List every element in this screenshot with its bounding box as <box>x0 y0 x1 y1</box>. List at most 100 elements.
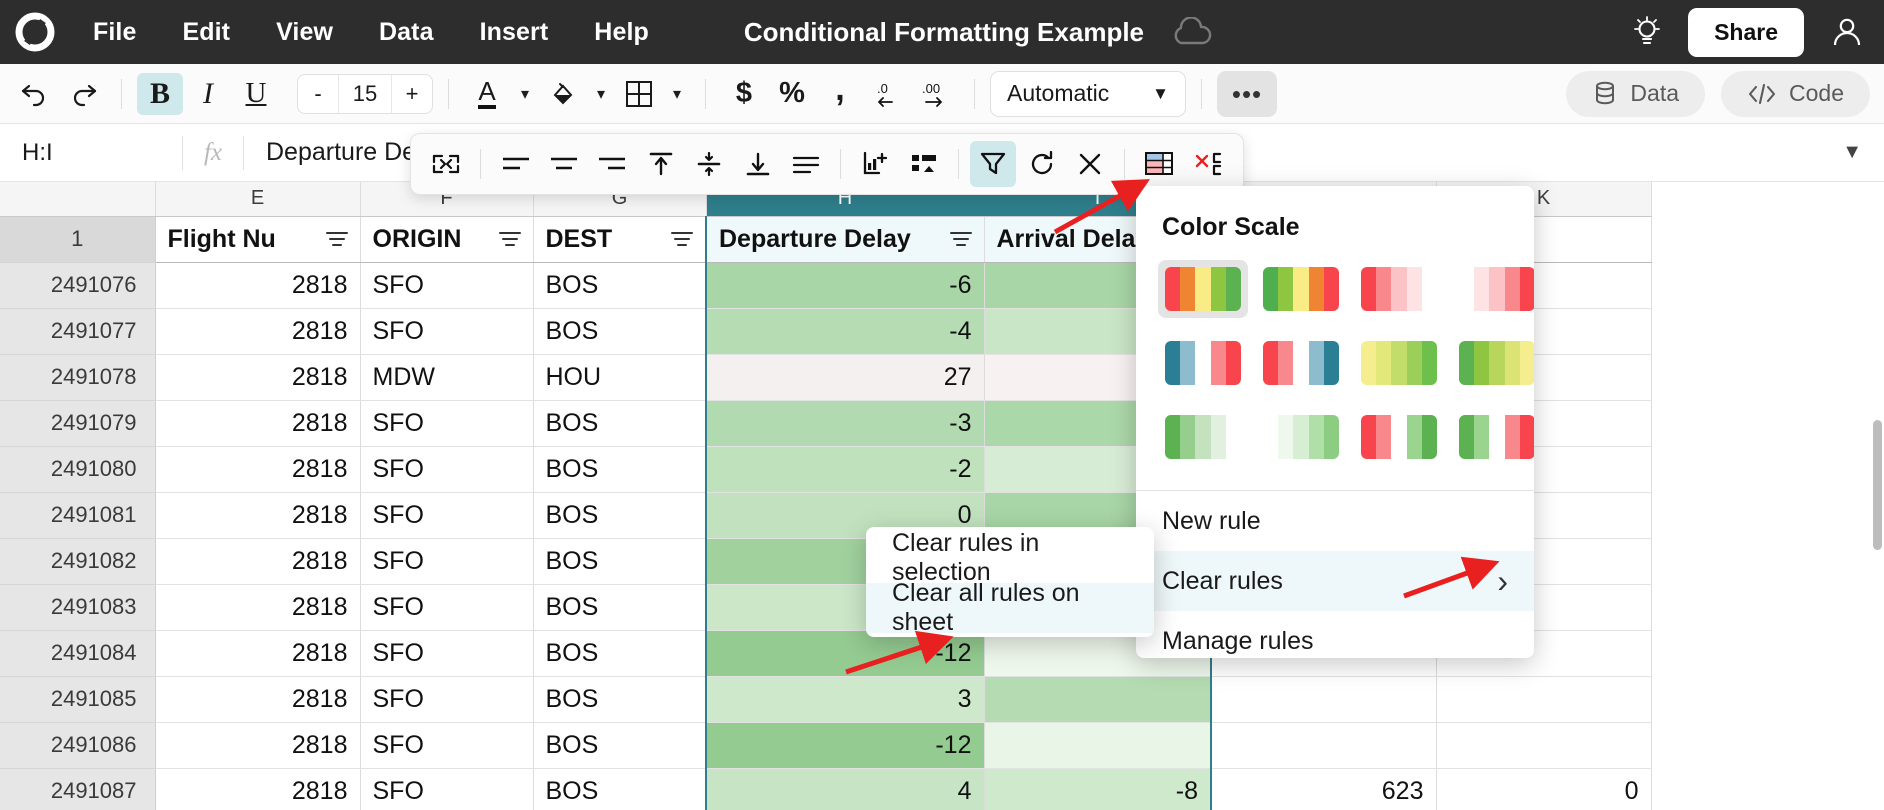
avatar[interactable] <box>1824 9 1870 55</box>
cell-H-2491078[interactable]: 27 <box>705 354 985 401</box>
cell-G-2491079[interactable]: BOS <box>533 400 707 447</box>
cell-E-2491076[interactable]: 2818 <box>155 262 361 309</box>
redo-icon[interactable] <box>60 73 106 115</box>
chevron-down-icon[interactable]: ▼ <box>1842 141 1862 164</box>
borders-button[interactable] <box>616 73 662 115</box>
cell-J-2491085[interactable] <box>1211 676 1437 723</box>
row-header[interactable]: 2491076 <box>0 262 156 309</box>
cell-K-2491086[interactable] <box>1436 722 1652 769</box>
row-header[interactable]: 2491078 <box>0 354 156 401</box>
cell-E-2491084[interactable]: 2818 <box>155 630 361 677</box>
color-scale-swatch-red-orange-yellow-green[interactable] <box>1158 260 1248 318</box>
cell-G-2491082[interactable]: BOS <box>533 538 707 585</box>
insert-chart-icon[interactable] <box>852 141 898 187</box>
cell-G-2491081[interactable]: BOS <box>533 492 707 539</box>
color-scale-swatch-white-to-green[interactable] <box>1256 408 1346 466</box>
cell-F-2491086[interactable]: SFO <box>360 722 534 769</box>
data-panel-button[interactable]: Data <box>1566 70 1706 117</box>
row-header[interactable]: 2491085 <box>0 676 156 723</box>
percent-format-button[interactable]: % <box>769 73 815 115</box>
cell-F-2491083[interactable]: SFO <box>360 584 534 631</box>
row-header[interactable]: 2491087 <box>0 768 156 810</box>
more-options-button[interactable]: ••• <box>1217 70 1277 117</box>
cell-G-2491087[interactable]: BOS <box>533 768 707 810</box>
text-color-button[interactable]: A <box>464 73 510 115</box>
cell-H-2491087[interactable]: 4 <box>705 768 985 810</box>
row-header[interactable]: 2491086 <box>0 722 156 769</box>
align-left-icon[interactable] <box>492 141 538 187</box>
color-scale-swatch-green-yellow-orange-red[interactable] <box>1256 260 1346 318</box>
menu-item-manage-rules[interactable]: Manage rules <box>1136 611 1534 658</box>
color-scale-swatch-teal-white-red[interactable] <box>1158 334 1248 392</box>
header-cell-G[interactable]: DEST <box>533 216 707 263</box>
cell-H-2491086[interactable]: -12 <box>705 722 985 769</box>
text-color-chevron-down-icon[interactable]: ▾ <box>512 73 538 115</box>
cell-H-2491077[interactable]: -4 <box>705 308 985 355</box>
currency-format-button[interactable]: $ <box>721 73 767 115</box>
menu-item-view[interactable]: View <box>253 12 356 53</box>
cell-E-2491083[interactable]: 2818 <box>155 584 361 631</box>
row-header[interactable]: 2491077 <box>0 308 156 355</box>
row-header[interactable]: 2491082 <box>0 538 156 585</box>
share-button[interactable]: Share <box>1688 7 1804 57</box>
fill-color-chevron-down-icon[interactable]: ▾ <box>588 73 614 115</box>
text-wrap-clip-icon[interactable] <box>783 141 829 187</box>
align-middle-icon[interactable] <box>686 141 732 187</box>
lightbulb-icon[interactable] <box>1626 11 1668 53</box>
font-size-decrease-button[interactable]: - <box>298 75 338 113</box>
header-cell-E[interactable]: Flight Nu <box>155 216 361 263</box>
align-top-icon[interactable] <box>638 141 684 187</box>
cell-G-2491078[interactable]: HOU <box>533 354 707 401</box>
cell-F-2491076[interactable]: SFO <box>360 262 534 309</box>
cell-E-2491085[interactable]: 2818 <box>155 676 361 723</box>
color-scale-swatch-green-to-yellow[interactable] <box>1452 334 1534 392</box>
cell-F-2491081[interactable]: SFO <box>360 492 534 539</box>
document-title[interactable]: Conditional Formatting Example <box>744 17 1144 48</box>
cell-H-2491080[interactable]: -2 <box>705 446 985 493</box>
header-cell-H[interactable]: Departure Delay <box>705 216 985 263</box>
spreadsheet-grid[interactable]: EFGHIJK1Flight NuORIGINDESTDeparture Del… <box>0 182 1884 810</box>
table-row[interactable]: 2491085 2818 SFO BOS 3 <box>0 676 1652 723</box>
code-panel-button[interactable]: Code <box>1721 70 1870 117</box>
cell-E-2491080[interactable]: 2818 <box>155 446 361 493</box>
filter-icon[interactable] <box>949 230 972 248</box>
cell-F-2491079[interactable]: SFO <box>360 400 534 447</box>
bold-button[interactable]: B <box>137 72 183 115</box>
menu-item-help[interactable]: Help <box>571 12 672 53</box>
borders-chevron-down-icon[interactable]: ▾ <box>664 73 690 115</box>
column-header-E[interactable]: E <box>155 182 361 217</box>
number-format-select[interactable]: Automatic ▼ <box>990 70 1186 117</box>
menu-item-data[interactable]: Data <box>356 12 457 53</box>
fill-color-button[interactable] <box>540 73 586 115</box>
cell-E-2491087[interactable]: 2818 <box>155 768 361 810</box>
color-scale-swatch-yellow-to-green[interactable] <box>1354 334 1444 392</box>
font-size-value[interactable]: 15 <box>338 74 392 113</box>
cell-J-2491087[interactable]: 623 <box>1211 768 1437 810</box>
cell-E-2491081[interactable]: 2818 <box>155 492 361 539</box>
cell-F-2491077[interactable]: SFO <box>360 308 534 355</box>
select-all-corner[interactable] <box>0 182 156 217</box>
cell-E-2491077[interactable]: 2818 <box>155 308 361 355</box>
color-scale-swatch-red-white-teal[interactable] <box>1256 334 1346 392</box>
cell-J-2491086[interactable] <box>1211 722 1437 769</box>
vertical-scrollbar[interactable] <box>1873 420 1882 550</box>
table-row[interactable]: 2491087 2818 SFO BOS 4 -8 623 0 <box>0 768 1652 810</box>
italic-button[interactable]: I <box>185 73 231 115</box>
cell-I-2491086[interactable] <box>984 722 1212 769</box>
cell-E-2491079[interactable]: 2818 <box>155 400 361 447</box>
remove-formatting-icon[interactable] <box>1185 141 1231 187</box>
row-header[interactable]: 2491080 <box>0 446 156 493</box>
filter-icon[interactable] <box>671 230 693 248</box>
cell-H-2491085[interactable]: 3 <box>705 676 985 723</box>
font-size-increase-button[interactable]: + <box>392 75 432 113</box>
align-right-icon[interactable] <box>589 141 635 187</box>
cell-I-2491085[interactable] <box>984 676 1212 723</box>
app-logo[interactable] <box>0 12 70 52</box>
cell-G-2491083[interactable]: BOS <box>533 584 707 631</box>
menu-item-clear-rules-in-selection[interactable]: Clear rules in selection <box>866 529 1154 586</box>
table-row[interactable]: 2491086 2818 SFO BOS -12 <box>0 722 1652 769</box>
color-scale-swatch-green-to-white[interactable] <box>1158 408 1248 466</box>
cell-E-2491078[interactable]: 2818 <box>155 354 361 401</box>
comma-format-button[interactable]: , <box>817 72 863 115</box>
filter-icon[interactable] <box>498 230 521 248</box>
